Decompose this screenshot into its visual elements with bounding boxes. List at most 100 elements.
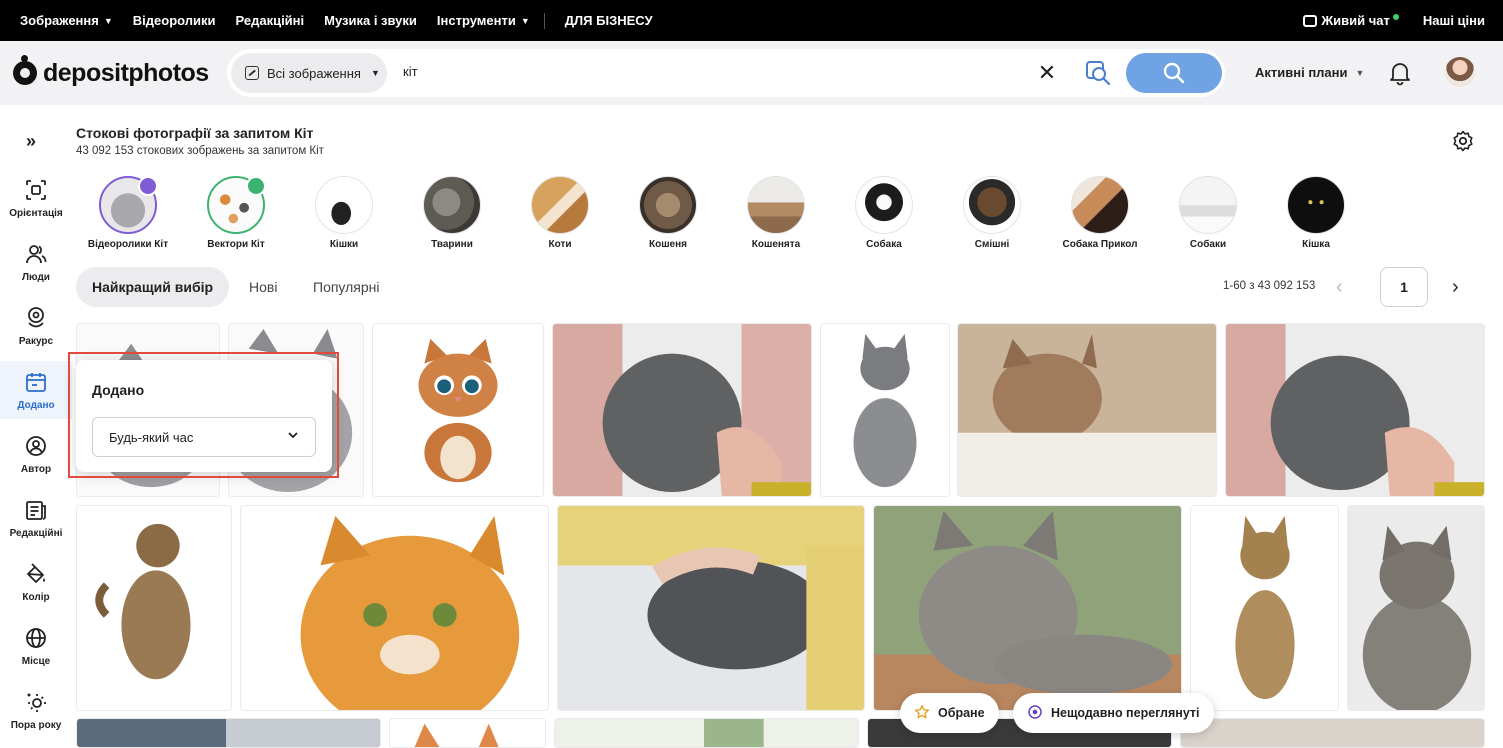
image-thumbnail[interactable] <box>820 323 950 497</box>
image-thumbnail[interactable] <box>1190 505 1339 711</box>
avatar[interactable] <box>1445 57 1475 87</box>
sidebar-item-editorial[interactable]: Редакційні <box>0 497 72 553</box>
image-thumbnail[interactable] <box>1347 505 1485 711</box>
category-label: Вектори Кіт <box>207 239 265 250</box>
nav-videos[interactable]: Відеоролики <box>133 13 216 28</box>
nav-images[interactable]: Зображення ▼ <box>20 13 113 28</box>
category-label: Собака <box>866 239 902 250</box>
prices-link[interactable]: Наші ціни <box>1423 13 1485 28</box>
sidebar-item-label: Люди <box>22 272 50 283</box>
chevron-left-icon[interactable]: ‹ <box>1336 276 1343 299</box>
category-label: Коти <box>548 239 572 250</box>
search-type-select[interactable]: Всі зображення ▼ <box>231 53 387 93</box>
image-thumbnail[interactable] <box>1180 718 1485 748</box>
sidebar-item-label: Автор <box>20 464 52 475</box>
nav-divider <box>543 12 545 29</box>
live-chat-link[interactable]: Живий чат <box>1303 13 1399 28</box>
nav-music-label: Музика і звуки <box>324 13 417 28</box>
category-label: Смішні <box>974 239 1010 250</box>
tab-best-match[interactable]: Найкращий вибір <box>76 267 230 307</box>
image-thumbnail[interactable] <box>240 505 549 711</box>
image-thumbnail[interactable] <box>76 718 381 748</box>
page-title: Стокові фотографії за запитом Кіт <box>76 125 314 141</box>
page-number-input[interactable]: 1 <box>1380 267 1428 307</box>
results-count: 43 092 153 стокових зображень за запитом… <box>76 145 324 157</box>
live-chat-label: Живий чат <box>1321 13 1390 28</box>
search-input[interactable]: кіт <box>403 64 418 79</box>
category-label: Кошеня <box>649 239 687 250</box>
chevron-right-icon[interactable]: › <box>1452 276 1459 299</box>
nav-tools[interactable]: Інструменти ▼ <box>437 13 530 28</box>
chevron-down-icon: ▼ <box>103 15 113 26</box>
nav-business-label: ДЛЯ БІЗНЕСУ <box>564 13 653 28</box>
sidebar-item-label: Редакційні <box>9 528 63 539</box>
category-vectors[interactable]: Вектори Кіт <box>186 176 286 250</box>
sidebar-item-added[interactable]: Додано <box>0 361 72 419</box>
sidebar-item-label: Місце <box>21 656 51 667</box>
active-plans-dropdown[interactable]: Активні плани ▼ <box>1255 65 1364 80</box>
cat-in-arms-photo <box>553 324 811 496</box>
chevron-down-icon: ▼ <box>1355 67 1365 78</box>
sidebar-item-color[interactable]: Колір <box>0 561 72 617</box>
category-kittens[interactable]: Кошенята <box>726 176 826 250</box>
sidebar-item-author[interactable]: Автор <box>0 433 72 489</box>
category-cats-2[interactable]: Коти <box>510 176 610 250</box>
active-plans-label: Активні плани <box>1255 65 1348 80</box>
category-cats[interactable]: Кішки <box>294 176 394 250</box>
category-label: Кошенята <box>751 239 801 250</box>
expand-sidebar-icon[interactable]: » <box>26 131 36 152</box>
sidebar-item-place[interactable]: Місце <box>0 625 72 681</box>
image-thumbnail[interactable] <box>1225 323 1485 497</box>
tab-new[interactable]: Нові <box>233 267 293 307</box>
favorites-button[interactable]: Обране <box>900 693 999 733</box>
category-animals[interactable]: Тварини <box>402 176 502 250</box>
image-thumbnail[interactable] <box>372 323 544 497</box>
logo[interactable]: depositphotos <box>13 55 213 88</box>
sidebar-item-angle[interactable]: Ракурс <box>0 305 72 361</box>
image-thumbnail[interactable] <box>873 505 1182 711</box>
nav-business[interactable]: ДЛЯ БІЗНЕСУ <box>565 13 653 28</box>
recently-viewed-button[interactable]: Нещодавно переглянуті <box>1013 693 1214 733</box>
angle-icon <box>23 305 49 331</box>
tab-popular[interactable]: Популярні <box>297 267 396 307</box>
filter-sidebar: » Орієнтація Люди Ракурс Додано Автор Ре… <box>0 105 72 745</box>
calendar-icon <box>23 369 49 395</box>
sidebar-item-label: Ракурс <box>18 336 54 347</box>
image-thumbnail[interactable] <box>552 323 812 497</box>
close-icon[interactable]: ✕ <box>1037 61 1057 85</box>
category-cat-black[interactable]: Кішка <box>1266 176 1366 250</box>
bell-icon[interactable] <box>1388 60 1412 86</box>
nav-tools-label: Інструменти <box>436 13 516 28</box>
category-funny[interactable]: Смішні <box>942 176 1042 250</box>
category-dog-funny[interactable]: Собака Прикол <box>1050 176 1150 250</box>
category-videos[interactable]: Відеоролики Кіт <box>78 176 178 250</box>
cartoon-cat-illustration <box>373 324 543 496</box>
category-thumbnail <box>1071 176 1129 234</box>
image-thumbnail[interactable] <box>957 323 1217 497</box>
pagination-info: 1-60 з 43 092 153 <box>1223 280 1316 292</box>
nav-editorial-label: Редакційні <box>235 13 305 28</box>
category-dog[interactable]: Собака <box>834 176 934 250</box>
cat-lying-photo <box>874 506 1181 710</box>
category-thumbnail <box>639 176 697 234</box>
cat-in-arms-photo <box>1226 324 1484 496</box>
sidebar-item-season[interactable]: Пора року <box>0 689 72 745</box>
visual-search-icon[interactable] <box>1084 59 1112 87</box>
category-kitten[interactable]: Кошеня <box>618 176 718 250</box>
category-dogs[interactable]: Собаки <box>1158 176 1258 250</box>
image-thumbnail[interactable] <box>389 718 546 748</box>
nav-editorial[interactable]: Редакційні <box>236 13 305 28</box>
image-thumbnail[interactable] <box>554 718 859 748</box>
sidebar-item-orientation[interactable]: Орієнтація <box>0 177 72 233</box>
sidebar-item-people[interactable]: Люди <box>0 241 72 297</box>
ginger-cat-photo <box>241 506 548 710</box>
chevron-down-icon: ▼ <box>520 15 530 26</box>
search-button[interactable] <box>1126 53 1222 93</box>
nav-music[interactable]: Музика і звуки <box>324 13 417 28</box>
chat-icon <box>1303 14 1318 27</box>
color-icon <box>23 561 49 587</box>
image-thumbnail[interactable] <box>557 505 865 711</box>
highlight-frame <box>68 352 339 478</box>
gear-icon[interactable] <box>1451 129 1475 153</box>
image-thumbnail[interactable] <box>76 505 232 711</box>
